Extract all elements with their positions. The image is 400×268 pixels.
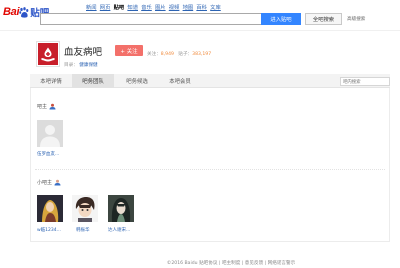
section-title-assistant: 小吧主 — [37, 179, 61, 186]
top-nav: 新闻 网页 贴吧 知道 音乐 图片 视频 地图 百科 文库 — [86, 3, 221, 11]
enter-tieba-button[interactable]: 进入贴吧 — [261, 13, 301, 25]
user-icon — [49, 103, 56, 110]
nav-link-images[interactable]: 图片 — [155, 3, 166, 11]
tab-management-team[interactable]: 吧务团队 — [72, 74, 114, 88]
in-forum-search-input[interactable] — [340, 77, 390, 86]
forum-avatar[interactable] — [36, 41, 60, 67]
nav-link-zhidao[interactable]: 知道 — [127, 3, 138, 11]
category-label: 目录： — [64, 63, 78, 68]
nav-link-video[interactable]: 视频 — [169, 3, 180, 11]
tab-members[interactable]: 本吧会员 — [161, 74, 199, 88]
nav-link-news[interactable]: 新闻 — [86, 3, 97, 11]
footer-link-feedback[interactable]: 意见反馈 — [245, 261, 263, 266]
nav-link-music[interactable]: 音乐 — [141, 3, 152, 11]
posts-count: 383,197 — [192, 52, 212, 57]
nav-link-wenku[interactable]: 文库 — [210, 3, 221, 11]
member-avatar[interactable] — [37, 195, 63, 222]
forum-title: 血友病吧 — [64, 47, 103, 58]
followers-count: 8,949 — [160, 52, 174, 57]
anime-character-image — [37, 195, 63, 222]
member-avatar[interactable] — [108, 195, 134, 222]
member-avatar[interactable] — [72, 195, 98, 222]
default-avatar-icon — [37, 120, 63, 147]
footer-link-rumor-warning[interactable]: 网络谣言警示 — [268, 261, 296, 266]
footer: ©2016 Baidu 贴吧协议 | 吧主制度 | 意见反馈 | 网络谣言警示 — [166, 261, 296, 266]
anime-character-image — [72, 195, 98, 222]
forum-category: 目录： 健康保健 — [64, 62, 98, 68]
footer-link-owner-rules[interactable]: 吧主制度 — [222, 261, 240, 266]
header-divider — [0, 30, 400, 31]
advanced-search-link[interactable]: 高级搜索 — [347, 16, 365, 22]
footer-copyright: ©2016 Baidu — [166, 261, 198, 266]
section-title-text: 小吧主 — [37, 180, 53, 186]
nav-link-tieba[interactable]: 贴吧 — [114, 3, 125, 11]
member-name[interactable]: 伍罗血友... — [37, 151, 59, 157]
search-input[interactable] — [40, 13, 262, 25]
posts-label: 贴子： — [178, 52, 193, 57]
member-avatar[interactable] — [37, 120, 63, 147]
section-title-owner: 吧主 — [37, 103, 56, 110]
user-icon — [54, 179, 61, 186]
anime-character-image — [108, 195, 134, 222]
nav-link-web[interactable]: 网页 — [100, 3, 111, 11]
category-link[interactable]: 健康保健 — [79, 63, 97, 68]
member-name[interactable]: w临1234... — [37, 227, 61, 233]
global-search-button[interactable]: 全吧搜索 — [305, 13, 342, 25]
followers-label: 关注： — [147, 52, 161, 57]
hand-drop-icon — [41, 47, 55, 61]
footer-link-agreement[interactable]: 贴吧协议 — [199, 261, 217, 266]
member-name[interactable]: 达人谢宋... — [108, 227, 130, 233]
forum-stats: 关注：8,949 贴子：383,197 — [147, 51, 211, 57]
nav-link-baike[interactable]: 百科 — [196, 3, 207, 11]
tab-forum-details[interactable]: 本吧详情 — [32, 74, 70, 88]
section-title-text: 吧主 — [37, 104, 48, 110]
member-name[interactable]: 韩振华 — [76, 227, 90, 233]
follow-button[interactable]: + 关注 — [115, 45, 143, 56]
logo-text-bai: Bai — [3, 6, 20, 18]
tab-management-candidates[interactable]: 吧务候选 — [118, 74, 156, 88]
section-divider — [35, 169, 385, 170]
paw-icon — [19, 6, 29, 18]
nav-link-map[interactable]: 地图 — [183, 3, 194, 11]
